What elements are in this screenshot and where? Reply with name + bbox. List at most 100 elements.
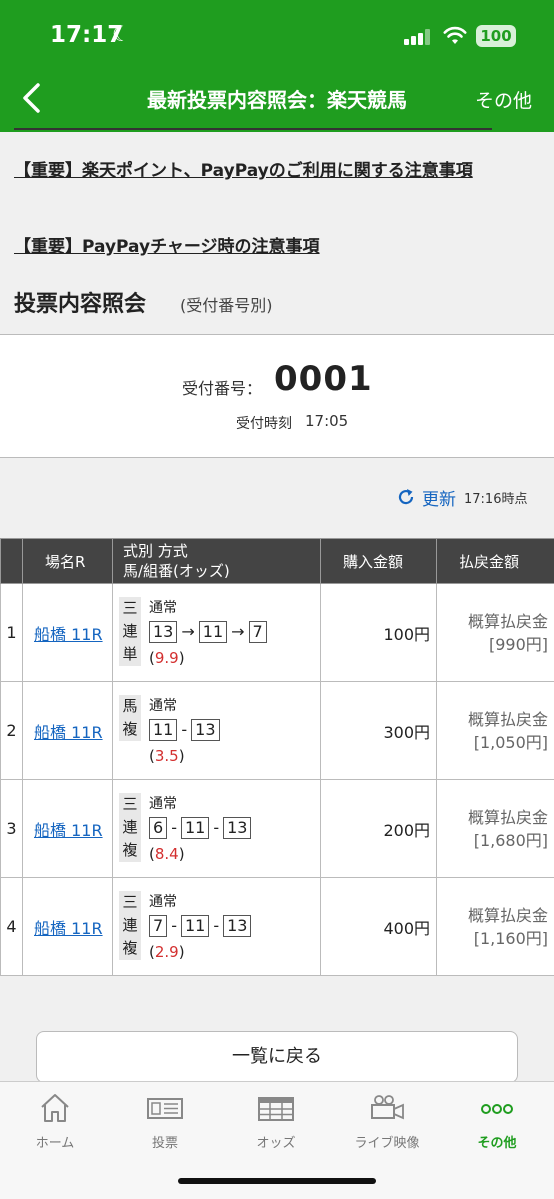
refresh-icon[interactable]: [396, 487, 416, 507]
tab-home[interactable]: ホーム: [0, 1092, 110, 1151]
notice-link-paypay-charge[interactable]: 【重要】PayPayチャージ時の注意事項: [14, 234, 534, 261]
odds-value: 8.4: [154, 844, 179, 863]
nav-header: 最新投票内容照会：楽天競馬 その他: [0, 70, 554, 128]
bet-type-label: 三連複: [119, 792, 141, 862]
wifi-icon: [443, 26, 467, 44]
table-header-row: 場名R 式別 方式 馬/組番(オッズ) 購入金額 払戻金額: [0, 538, 554, 584]
bet-detail: 三連複 通常 6-11-13 (8.4): [113, 781, 320, 877]
combo-separator: -: [171, 818, 177, 837]
header-more-button[interactable]: その他: [475, 86, 532, 113]
purchase-amount: 100円: [320, 583, 437, 682]
video-camera-icon: [371, 1095, 404, 1120]
payout-label: 概算払戻金: [467, 709, 548, 729]
payout-cell: 概算払戻金 [1,160円]: [436, 877, 554, 976]
odds-close: ): [178, 648, 185, 667]
bets-table: 場名R 式別 方式 馬/組番(オッズ) 購入金額 払戻金額 1 船橋 11R 三…: [0, 538, 554, 976]
purchase-amount: 300円: [320, 681, 437, 780]
horse-number-box: 11: [198, 620, 228, 643]
header-bet-type: 式別 方式 馬/組番(オッズ): [112, 538, 321, 584]
tab-more[interactable]: その他: [442, 1092, 552, 1151]
more-dots-icon: [481, 1104, 513, 1114]
ticket-icon: [147, 1098, 183, 1119]
payout-value: [1,680円]: [473, 830, 548, 850]
bet-type-char: 単: [122, 644, 138, 663]
odds-close: ): [178, 746, 185, 765]
purchase-amount: 200円: [320, 779, 437, 878]
header-no: [0, 538, 23, 584]
combo-separator: -: [171, 916, 177, 935]
bet-type-label: 馬複: [119, 694, 141, 741]
row-number: 1: [0, 583, 23, 682]
row-number: 4: [0, 877, 23, 976]
horse-number-box: 11: [180, 816, 210, 839]
race-link[interactable]: 船橋 11R: [23, 723, 103, 742]
horse-number-box: 13: [223, 816, 252, 839]
odds-value: 3.5: [154, 746, 179, 765]
bet-combination: 13 → 11 → 7: [149, 620, 267, 643]
bet-type-char: 連: [122, 817, 138, 836]
bet-type-char: 連: [122, 915, 138, 934]
receipt-number: 0001: [274, 359, 373, 399]
home-indicator: [178, 1178, 376, 1184]
odds-close: ): [178, 844, 185, 863]
moon-icon: ☾: [112, 22, 131, 46]
bet-type-label: 三連単: [119, 596, 141, 666]
row-number: 3: [0, 779, 23, 878]
bet-type-char: 三: [122, 794, 138, 813]
combo-separator: →: [181, 622, 195, 641]
horse-number-box: 13: [149, 620, 178, 643]
refresh-button[interactable]: 更新: [422, 485, 456, 510]
combo-separator: -: [213, 916, 220, 935]
tab-vote[interactable]: 投票: [110, 1092, 220, 1151]
horse-number-box: 7: [248, 620, 267, 643]
odds-close: ): [178, 942, 185, 961]
notice-link-points[interactable]: 【重要】楽天ポイント、PayPayのご利用に関する注意事項: [14, 158, 534, 185]
home-icon: [41, 1094, 69, 1122]
race-link[interactable]: 船橋 11R: [23, 625, 103, 644]
odds-board-icon: [258, 1097, 294, 1121]
payout-value: [1,050円]: [473, 732, 548, 752]
page-title: 最新投票内容照会：楽天競馬: [147, 88, 407, 112]
purchase-amount: 400円: [320, 877, 437, 976]
cellular-signal-icon: [404, 29, 432, 45]
horse-number-box: 11: [180, 914, 210, 937]
horse-number-box: 13: [191, 718, 220, 741]
bet-type-char: 三: [122, 892, 138, 911]
payout-cell: 概算払戻金 [1,050円]: [436, 681, 554, 780]
race-link[interactable]: 船橋 11R: [23, 919, 103, 938]
bet-type-char: 複: [122, 719, 138, 738]
header-bet-type-line2: 馬/組番(オッズ): [123, 562, 230, 580]
table-row: 4 船橋 11R 三連複 通常 7-11-13 (2.9) 400円 概算払戻金…: [0, 877, 554, 976]
payout-label: 概算払戻金: [467, 807, 548, 827]
payout-value: [990円]: [488, 634, 548, 654]
odds-value: 2.9: [154, 942, 179, 961]
bet-type-char: 複: [122, 840, 138, 859]
bet-type-char: 複: [122, 938, 138, 957]
horse-number-box: 7: [149, 914, 168, 937]
header-divider: [14, 128, 492, 130]
payout-label: 概算払戻金: [467, 611, 548, 631]
back-to-list-button[interactable]: 一覧に戻る: [36, 1031, 518, 1083]
bet-detail: 三連単 通常 13 → 11 → 7 (9.9): [113, 585, 320, 681]
bet-odds: (9.9): [149, 649, 185, 667]
payout-cell: 概算払戻金 [990円]: [436, 583, 554, 682]
receipt-number-label: 受付番号：: [182, 379, 263, 398]
receipt-time: 17:05: [305, 412, 349, 430]
tab-odds[interactable]: オッズ: [221, 1092, 331, 1151]
tab-odds-label: オッズ: [256, 1136, 296, 1151]
app-header: 17:17 ☾ 100 最新投票内容照会：楽天競馬 その他: [0, 0, 554, 132]
race-link[interactable]: 船橋 11R: [23, 821, 103, 840]
horse-number-box: 13: [223, 914, 252, 937]
payout-label: 概算払戻金: [467, 905, 548, 925]
table-row: 1 船橋 11R 三連単 通常 13 → 11 → 7 (9.9) 100円 概算払戻金…: [0, 583, 554, 682]
combo-separator: →: [231, 622, 245, 641]
header-venue: 場名R: [22, 538, 113, 584]
table-row: 2 船橋 11R 馬複 通常 11-13 (3.5) 300円 概算払戻金 [1…: [0, 681, 554, 780]
header-payout: 払戻金額: [436, 538, 554, 584]
tab-live-video[interactable]: ライブ映像: [332, 1092, 442, 1151]
odds-value: 9.9: [154, 648, 179, 667]
bet-method: 通常: [149, 697, 177, 714]
bet-type-char: 馬: [122, 696, 138, 715]
bet-detail: 馬複 通常 11-13 (3.5): [113, 683, 320, 779]
refresh-timestamp: 17:16時点: [464, 491, 528, 507]
